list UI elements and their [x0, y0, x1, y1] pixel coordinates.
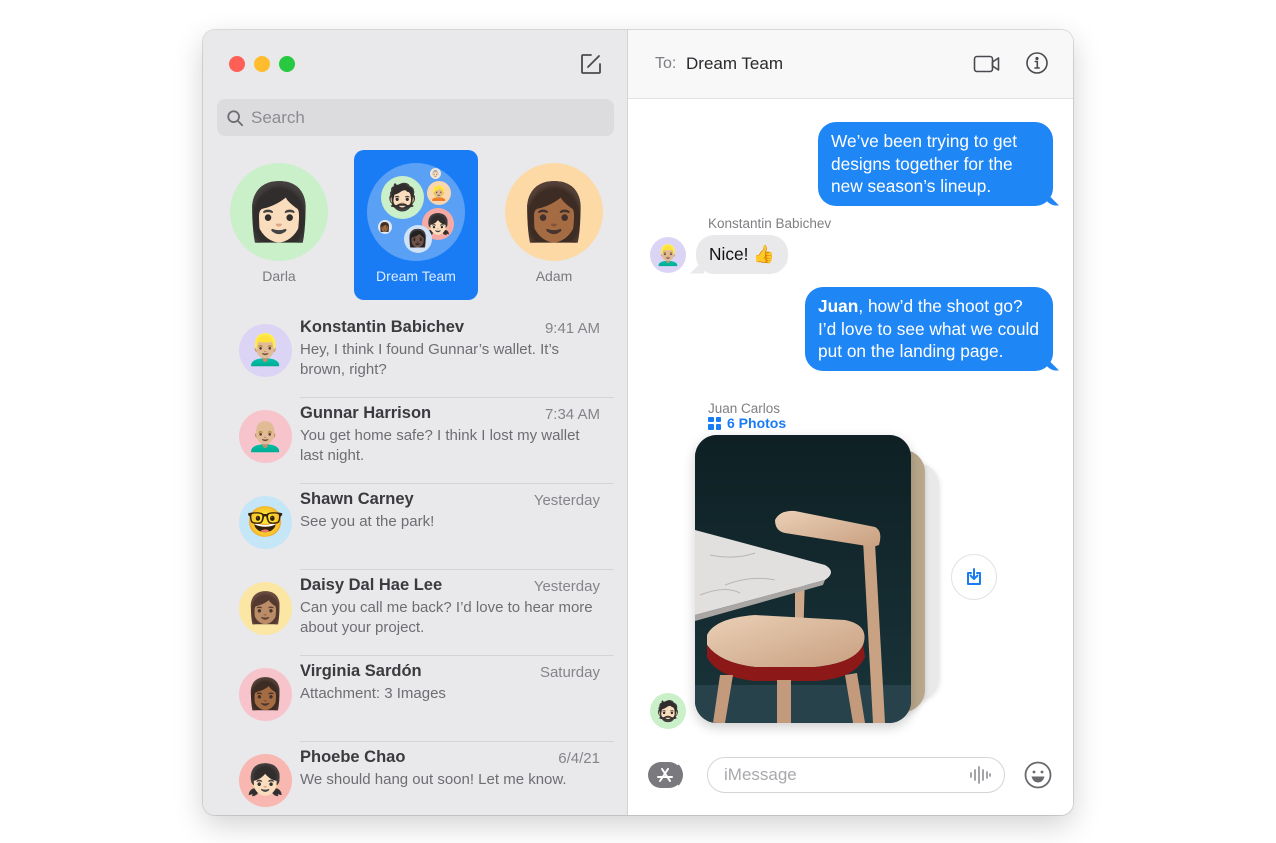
- video-camera-icon: [973, 55, 1000, 73]
- photos-link[interactable]: 6 Photos: [708, 415, 786, 431]
- message-preview: Attachment: 3 Images: [300, 685, 446, 702]
- compose-button[interactable]: [579, 52, 603, 76]
- message-input[interactable]: [724, 765, 954, 785]
- emoji-icon: [1024, 761, 1052, 789]
- timestamp: 9:41 AM: [544, 320, 600, 337]
- message-text: Nice! 👍: [709, 244, 775, 264]
- pinned-conversations: 👩🏻 Darla 🧔🏻 👱🏼 👧🏻 👩🏿 👩🏾 👵🏻 Dream Team 👩🏾…: [217, 150, 614, 302]
- member-avatar: 👩🏿: [404, 225, 432, 253]
- search-field[interactable]: [217, 99, 614, 136]
- message-preview: See you at the park!: [300, 513, 435, 530]
- group-avatar: 🧔🏻 👱🏼 👧🏻 👩🏿 👩🏾 👵🏻: [367, 163, 465, 261]
- conversation-item[interactable]: 👱🏼‍♂️ Konstantin Babichev 9:41 AM Hey, I…: [203, 312, 628, 398]
- message-text: We’ve been trying to get designs togethe…: [831, 131, 1018, 196]
- save-photos-button[interactable]: [951, 554, 997, 600]
- grid-icon: [708, 416, 721, 430]
- message-preview: We should hang out soon! Let me know.: [300, 771, 567, 788]
- sidebar: 👩🏻 Darla 🧔🏻 👱🏼 👧🏻 👩🏿 👩🏾 👵🏻 Dream Team 👩🏾…: [203, 30, 628, 815]
- contact-name: Shawn Carney: [300, 490, 414, 508]
- compose-icon: [581, 54, 601, 74]
- incoming-message[interactable]: Nice! 👍: [696, 235, 788, 274]
- composer: [628, 743, 1073, 815]
- contact-name: Virginia Sardón: [300, 662, 422, 680]
- messages-window: 👩🏻 Darla 🧔🏻 👱🏼 👧🏻 👩🏿 👩🏾 👵🏻 Dream Team 👩🏾…: [203, 30, 1073, 815]
- contact-name: Konstantin Babichev: [300, 318, 465, 336]
- minimize-window-button[interactable]: [254, 56, 270, 72]
- emoji-button[interactable]: [1023, 760, 1053, 790]
- chat-pane: To: Dream Team We’ve been trying to get …: [628, 30, 1073, 815]
- message-preview: Can you call me back? I’d love to hear m…: [300, 599, 593, 636]
- avatar: 👩🏽: [239, 582, 292, 635]
- conversation-item[interactable]: 👨🏼‍🦲 Gunnar Harrison 7:34 AM You get hom…: [203, 398, 628, 484]
- search-icon: [227, 109, 244, 126]
- photo-stack[interactable]: [695, 435, 945, 725]
- message-field[interactable]: [707, 757, 1005, 793]
- member-avatar: 👱🏼: [427, 181, 451, 205]
- member-avatar: 🧔🏻: [381, 176, 424, 219]
- outgoing-message[interactable]: We’ve been trying to get designs togethe…: [818, 122, 1053, 206]
- pinned-label: Adam: [535, 268, 573, 284]
- avatar: 👨🏼‍🦲: [239, 410, 292, 463]
- download-icon: [967, 568, 981, 585]
- conversation-item[interactable]: 👧🏻 Phoebe Chao 6/4/21 We should hang out…: [203, 742, 628, 815]
- conversation-item[interactable]: 👩🏾 Virginia Sardón Saturday Attachment: …: [203, 656, 628, 742]
- info-icon: [1026, 52, 1048, 74]
- outgoing-message[interactable]: Juan, how’d the shoot go? I’d love to se…: [805, 287, 1053, 371]
- avatar: 🤓: [239, 496, 292, 549]
- sender-avatar: 👱🏼‍♂️: [650, 237, 686, 273]
- avatar: 👱🏼‍♂️: [239, 324, 292, 377]
- member-avatar: 👵🏻: [430, 168, 441, 179]
- pinned-label: Dream Team: [376, 268, 456, 284]
- photo-count: 6 Photos: [727, 415, 787, 431]
- timestamp: 7:34 AM: [544, 406, 600, 423]
- search-input[interactable]: [251, 107, 591, 128]
- photo-preview[interactable]: [695, 435, 911, 723]
- mention: Juan: [818, 296, 859, 316]
- app-store-icon: [648, 762, 683, 788]
- message-preview: You get home safe? I think I lost my wal…: [300, 427, 580, 464]
- window-controls: [229, 56, 295, 72]
- sender-name: Juan Carlos: [708, 401, 781, 416]
- member-avatar: 👩🏾: [378, 220, 392, 234]
- audio-waveform-icon[interactable]: [968, 765, 992, 785]
- avatar: 👩🏾: [239, 668, 292, 721]
- pinned-label: Darla: [262, 268, 296, 284]
- conversation-item[interactable]: 👩🏽 Daisy Dal Hae Lee Yesterday Can you c…: [203, 570, 628, 656]
- facetime-video-button[interactable]: [973, 52, 1001, 76]
- chat-header: To: Dream Team: [628, 30, 1073, 99]
- conversation-list: 👱🏼‍♂️ Konstantin Babichev 9:41 AM Hey, I…: [203, 312, 628, 815]
- timestamp: Yesterday: [533, 492, 600, 509]
- recipient-name[interactable]: Dream Team: [686, 54, 783, 74]
- avatar: 👩🏾: [505, 163, 603, 261]
- zoom-window-button[interactable]: [279, 56, 295, 72]
- close-window-button[interactable]: [229, 56, 245, 72]
- avatar: 👧🏻: [239, 754, 292, 807]
- pinned-adam[interactable]: 👩🏾 Adam: [492, 150, 616, 300]
- conversation-item[interactable]: 🤓 Shawn Carney Yesterday See you at the …: [203, 484, 628, 570]
- to-label: To:: [655, 55, 677, 72]
- chair-photo: [695, 435, 911, 723]
- contact-name: Daisy Dal Hae Lee: [300, 576, 443, 594]
- contact-name: Phoebe Chao: [300, 748, 406, 766]
- timestamp: Saturday: [539, 664, 600, 681]
- app-store-button[interactable]: [648, 761, 688, 789]
- timestamp: 6/4/21: [558, 750, 600, 767]
- avatar: 👩🏻: [230, 163, 328, 261]
- timestamp: Yesterday: [533, 578, 600, 595]
- details-button[interactable]: [1025, 51, 1049, 75]
- sender-name: Konstantin Babichev: [708, 216, 832, 231]
- pinned-darla[interactable]: 👩🏻 Darla: [217, 150, 341, 300]
- message-preview: Hey, I think I found Gunnar’s wallet. It…: [300, 341, 560, 378]
- sender-avatar: 🧔🏻: [650, 693, 686, 729]
- contact-name: Gunnar Harrison: [300, 404, 432, 422]
- pinned-dream-team[interactable]: 🧔🏻 👱🏼 👧🏻 👩🏿 👩🏾 👵🏻 Dream Team: [354, 150, 478, 300]
